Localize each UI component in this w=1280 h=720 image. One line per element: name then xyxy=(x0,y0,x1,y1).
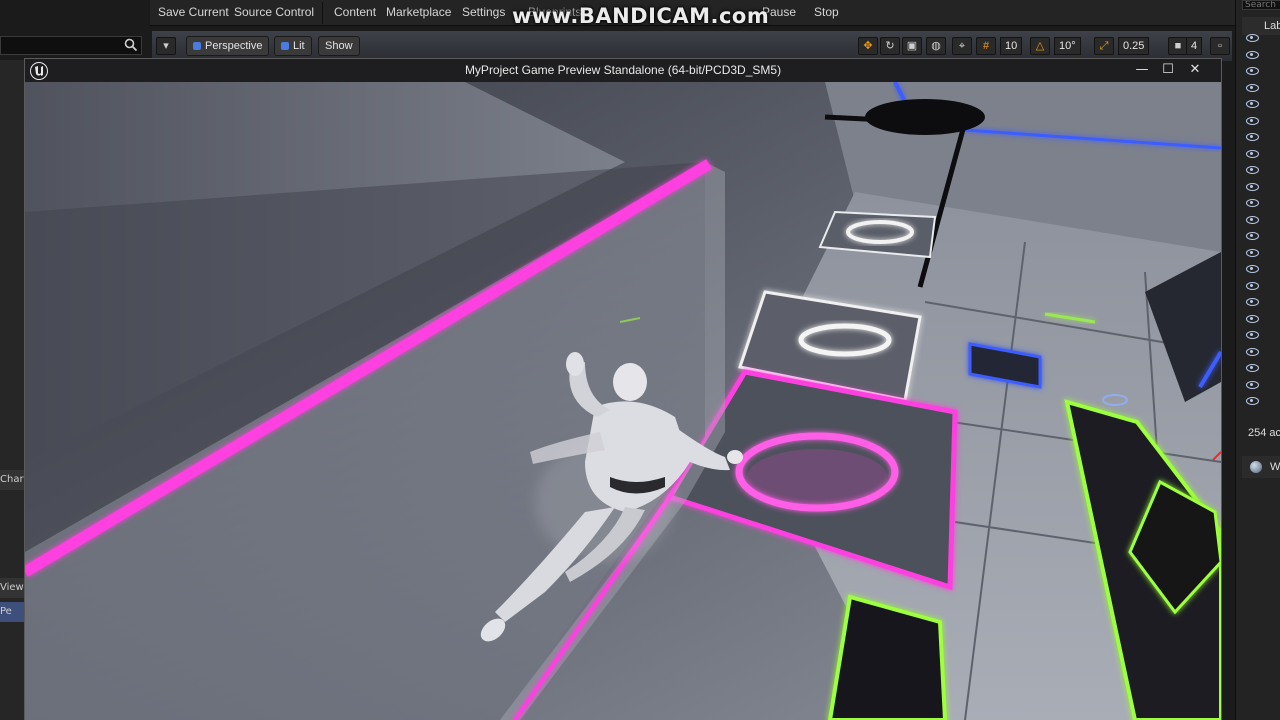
camera-speed-icon[interactable]: ■ xyxy=(1168,37,1188,55)
actor-count: 254 actors xyxy=(1248,427,1280,439)
close-button[interactable]: ✕ xyxy=(1183,61,1207,79)
camera-speed-value[interactable]: 4 xyxy=(1186,37,1203,55)
grid-snap-icon[interactable]: # xyxy=(976,37,996,55)
world-settings-tab[interactable]: World xyxy=(1242,456,1280,478)
world-outliner-panel: Search Label 254 actors World xyxy=(1235,0,1280,720)
translate-icon[interactable]: ✥ xyxy=(858,37,878,55)
game-scene[interactable] xyxy=(25,82,1221,720)
marketplace-button[interactable]: Marketplace xyxy=(386,5,451,19)
visibility-eye-icon[interactable] xyxy=(1246,315,1259,323)
visibility-eye-icon[interactable] xyxy=(1246,216,1259,224)
magenta-ring-glow xyxy=(747,449,887,505)
minimize-button[interactable]: — xyxy=(1130,61,1154,79)
viewport-options-dropdown[interactable]: ▾ xyxy=(156,37,176,55)
visibility-eye-icon[interactable] xyxy=(1246,282,1259,290)
world-local-icon[interactable]: ◍ xyxy=(926,37,946,55)
tab-characters[interactable]: Characters xyxy=(0,470,24,490)
content-search-input[interactable] xyxy=(0,36,142,55)
outliner-search-input[interactable]: Search xyxy=(1242,0,1280,10)
visibility-eye-icon[interactable] xyxy=(1246,84,1259,92)
left-dock-panel: Characters Viewport Pe xyxy=(0,60,26,720)
perspective-button[interactable]: Perspective xyxy=(186,36,270,56)
recording-watermark: www.BANDICAM.com xyxy=(512,4,770,28)
toolbar-divider xyxy=(322,2,323,24)
visibility-eye-icon[interactable] xyxy=(1246,166,1259,174)
visibility-eye-icon[interactable] xyxy=(1246,331,1259,339)
search-icon xyxy=(124,38,138,52)
world-label: World xyxy=(1270,461,1280,473)
black-disc-platform xyxy=(865,99,985,135)
maximize-viewport-icon[interactable]: ▫ xyxy=(1210,37,1230,55)
surface-snap-icon[interactable]: ⌖ xyxy=(952,37,972,55)
scale-icon[interactable]: ▣ xyxy=(902,37,922,55)
save-current-button[interactable]: Save Current xyxy=(158,5,229,19)
visibility-eye-icon[interactable] xyxy=(1246,100,1259,108)
visibility-eye-icon[interactable] xyxy=(1246,199,1259,207)
visibility-eye-icon[interactable] xyxy=(1246,51,1259,59)
visibility-eye-icon[interactable] xyxy=(1246,298,1259,306)
rotation-snap-icon[interactable]: △ xyxy=(1030,37,1050,55)
visibility-eye-icon[interactable] xyxy=(1246,67,1259,75)
visibility-eye-icon[interactable] xyxy=(1246,381,1259,389)
visibility-eye-icon[interactable] xyxy=(1246,265,1259,273)
tab-perspective[interactable]: Pe xyxy=(0,602,24,622)
lit-button[interactable]: Lit xyxy=(274,36,312,56)
visibility-eye-icon[interactable] xyxy=(1246,364,1259,372)
show-button[interactable]: Show xyxy=(318,36,360,56)
visibility-eye-icon[interactable] xyxy=(1246,34,1259,42)
globe-icon xyxy=(1250,461,1262,473)
visibility-eye-icon[interactable] xyxy=(1246,232,1259,240)
visibility-eye-icon[interactable] xyxy=(1246,133,1259,141)
scale-snap-value[interactable]: 0.25 xyxy=(1118,37,1150,55)
visibility-eye-icon[interactable] xyxy=(1246,397,1259,405)
game-preview-window[interactable]: MyProject Game Preview Standalone (64-bi… xyxy=(24,58,1222,720)
scale-snap-icon[interactable]: ⤢ xyxy=(1094,37,1114,55)
visibility-eye-icon[interactable] xyxy=(1246,117,1259,125)
outliner-label-header[interactable]: Label xyxy=(1242,17,1280,35)
content-button[interactable]: Content xyxy=(334,5,376,19)
viewport-toolbar: ▾ Perspective Lit Show ✥ ↻ ▣ ◍ ⌖ # 10 △ … xyxy=(152,31,1232,61)
grid-snap-value[interactable]: 10 xyxy=(1000,37,1023,55)
rotate-icon[interactable]: ↻ xyxy=(880,37,900,55)
window-title-bar[interactable]: MyProject Game Preview Standalone (64-bi… xyxy=(25,59,1221,82)
stop-button[interactable]: Stop xyxy=(814,5,839,19)
visibility-eye-icon[interactable] xyxy=(1246,249,1259,257)
window-title: MyProject Game Preview Standalone (64-bi… xyxy=(464,63,782,77)
tab-viewport[interactable]: Viewport xyxy=(0,578,24,598)
visibility-eye-icon[interactable] xyxy=(1246,150,1259,158)
visibility-eye-icon[interactable] xyxy=(1246,183,1259,191)
visibility-eye-icon[interactable] xyxy=(1246,348,1259,356)
source-control-button[interactable]: Source Control xyxy=(234,5,314,19)
maximize-button[interactable]: ☐ xyxy=(1156,61,1180,79)
rotation-snap-value[interactable]: 10° xyxy=(1054,37,1081,55)
settings-button[interactable]: Settings xyxy=(462,5,505,19)
